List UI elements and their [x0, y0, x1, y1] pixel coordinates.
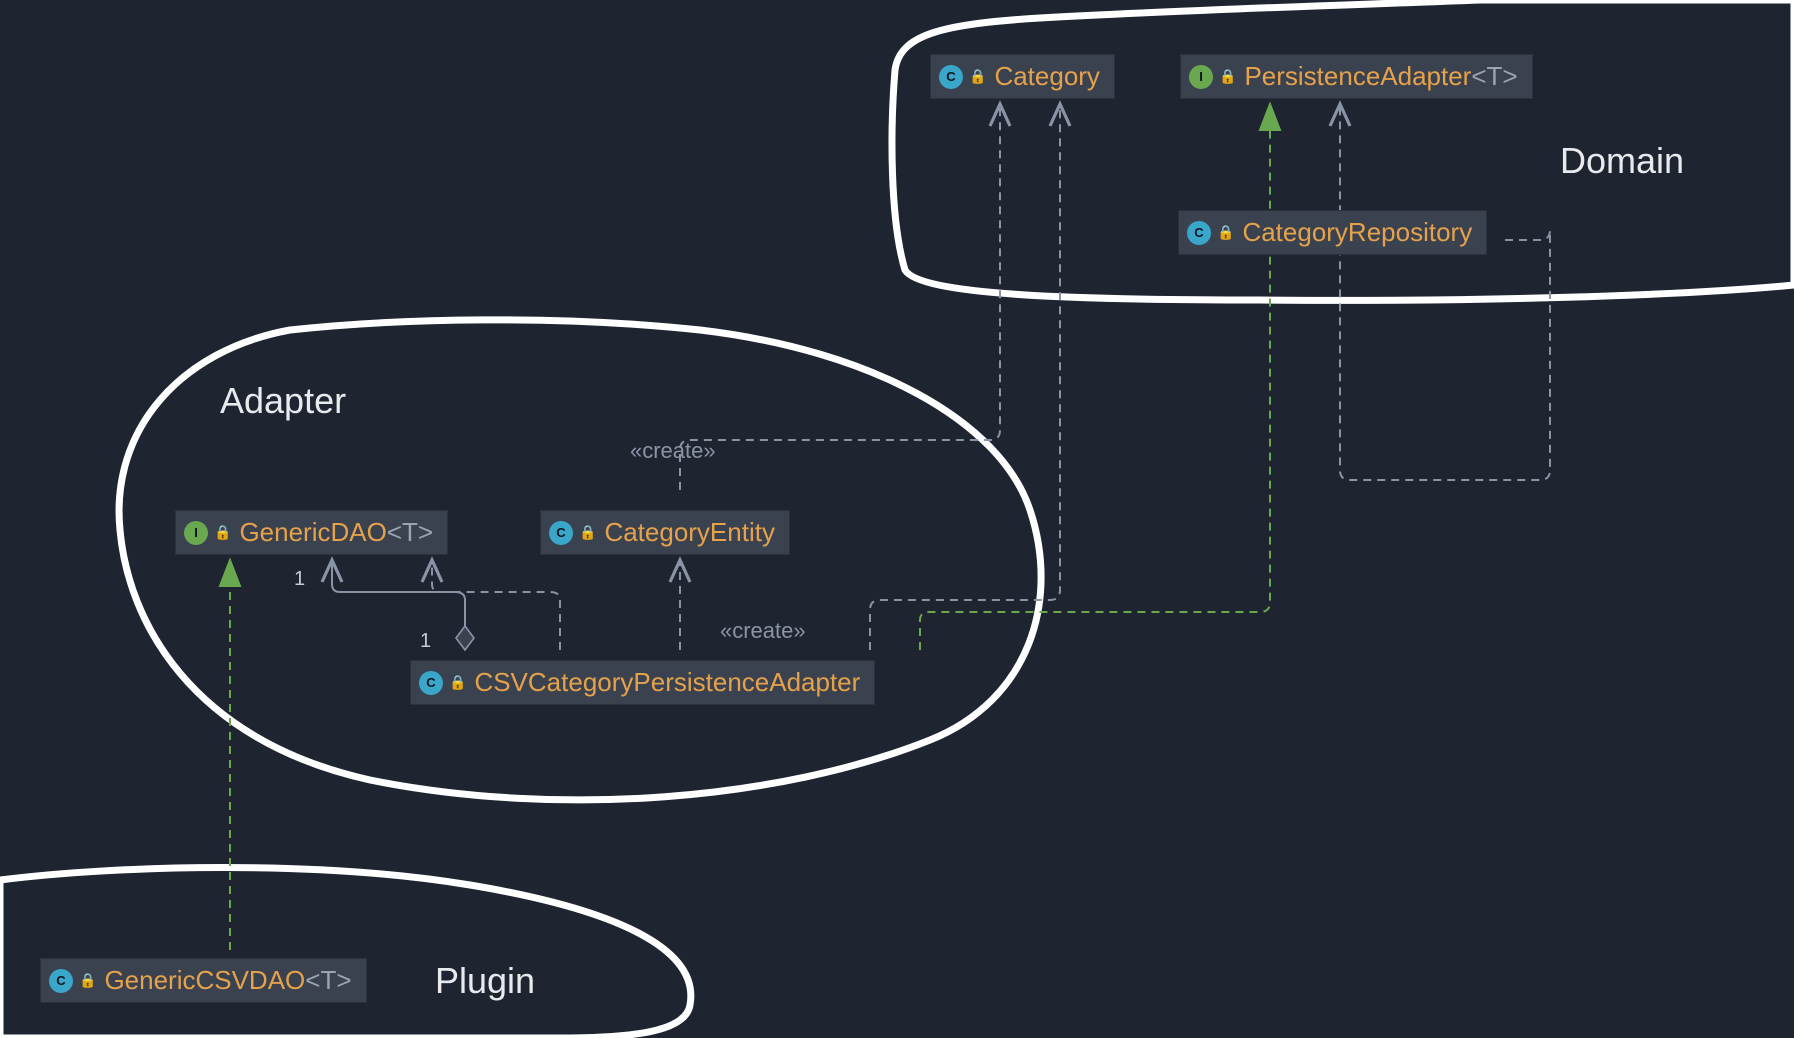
class-badge-icon: C: [49, 969, 73, 993]
lock-icon: 🔒: [214, 524, 231, 541]
node-label: CategoryEntity: [604, 517, 775, 548]
class-node-categoryentity[interactable]: C 🔒 CategoryEntity: [540, 510, 790, 555]
node-label: Category: [994, 61, 1100, 92]
edge-csvadapter-dep-genericdao: [432, 560, 560, 650]
node-label: GenericDAO<T>: [239, 517, 433, 548]
class-badge-icon: C: [939, 65, 963, 89]
multiplicity-1b: 1: [420, 630, 431, 653]
region-label-adapter: Adapter: [220, 380, 346, 422]
class-badge-icon: C: [549, 521, 573, 545]
edge-entity-create-category: [680, 104, 1000, 490]
interface-node-genericdao[interactable]: I 🔒 GenericDAO<T>: [175, 510, 448, 555]
node-label: CSVCategoryPersistenceAdapter: [474, 667, 860, 698]
edge-label-create-1: «create»: [630, 438, 716, 464]
class-node-categoryrepository[interactable]: C 🔒 CategoryRepository: [1178, 210, 1487, 255]
node-label: PersistenceAdapter<T>: [1244, 61, 1517, 92]
region-label-plugin: Plugin: [435, 960, 535, 1002]
edge-categoryrepo-to-persistenceadapter: [1340, 104, 1550, 480]
edge-label-create-2: «create»: [720, 618, 806, 644]
lock-icon: 🔒: [1219, 68, 1236, 85]
node-label: CategoryRepository: [1242, 217, 1472, 248]
interface-node-persistenceadapter[interactable]: I 🔒 PersistenceAdapter<T>: [1180, 54, 1533, 99]
plugin-boundary: [0, 868, 691, 1038]
edge-csvadapter-realizes-persistenceadapter: [920, 104, 1270, 650]
lock-icon: 🔒: [969, 68, 986, 85]
region-label-domain: Domain: [1560, 140, 1684, 182]
edge-agg-to-genericdao: [332, 560, 465, 626]
multiplicity-1a: 1: [294, 568, 305, 591]
lock-icon: 🔒: [1217, 224, 1234, 241]
interface-badge-icon: I: [1189, 65, 1213, 89]
edge-csvadapter-to-category: [870, 104, 1060, 650]
class-node-genericcsvdao[interactable]: C 🔒 GenericCSVDAO<T>: [40, 958, 367, 1003]
lock-icon: 🔒: [79, 972, 96, 989]
lock-icon: 🔒: [579, 524, 596, 541]
lock-icon: 🔒: [449, 674, 466, 691]
class-badge-icon: C: [1187, 221, 1211, 245]
aggregation-diamond-icon: [456, 626, 474, 650]
node-label: GenericCSVDAO<T>: [104, 965, 351, 996]
class-node-category[interactable]: C 🔒 Category: [930, 54, 1115, 99]
interface-badge-icon: I: [184, 521, 208, 545]
class-badge-icon: C: [419, 671, 443, 695]
class-node-csvcategorypersistenceadapter[interactable]: C 🔒 CSVCategoryPersistenceAdapter: [410, 660, 875, 705]
